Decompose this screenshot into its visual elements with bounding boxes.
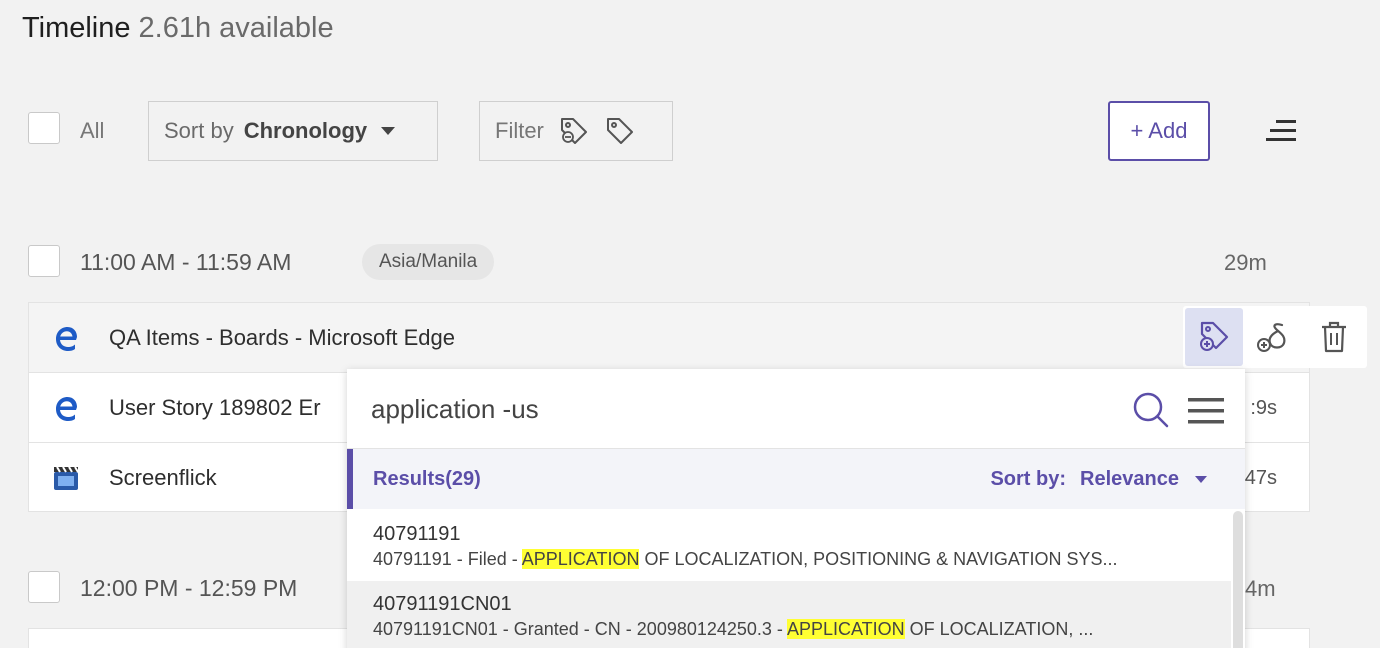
add-tag-button[interactable] <box>1185 308 1243 366</box>
add-button[interactable]: + Add <box>1108 101 1210 161</box>
result-title: 40791191CN01 <box>373 593 512 615</box>
timeline-title: Timeline <box>22 12 131 44</box>
search-icon[interactable] <box>1132 391 1170 429</box>
select-all-checkbox[interactable] <box>28 112 60 144</box>
sort-prefix: Sort by <box>164 118 234 143</box>
tag-search-input[interactable] <box>371 389 1111 429</box>
edge-icon <box>56 397 77 421</box>
filter-control[interactable]: Filter <box>479 101 673 161</box>
add-delta-icon <box>1257 323 1286 352</box>
result-highlight: APPLICATION <box>786 619 905 639</box>
group-time-range: 11:00 AM - 11:59 AM <box>80 249 292 275</box>
group-checkbox[interactable] <box>28 571 60 603</box>
list-menu-icon[interactable] <box>1187 396 1225 426</box>
entry-duration: :9s <box>1250 397 1277 419</box>
entry-name: Screenflick <box>109 465 217 490</box>
tag-icon[interactable] <box>604 115 636 147</box>
results-header: Results(29) Sort by: Relevance <box>347 449 1245 509</box>
entry-name: QA Items - Boards - Microsoft Edge <box>109 325 456 350</box>
group-time-range: 12:00 PM - 12:59 PM <box>80 575 298 601</box>
list-item[interactable]: QA Items - Boards - Microsoft Edge <box>29 303 1309 373</box>
result-title: 40791191 <box>373 523 461 545</box>
result-description: 40791191 - Filed - APPLICATION OF LOCALI… <box>373 549 1118 569</box>
page-title: Timeline 2.61h available <box>22 12 334 45</box>
result-description: 40791191CN01 - Granted - CN - 2009801242… <box>373 619 1094 639</box>
search-row <box>347 369 1245 449</box>
group-duration: 29m <box>1224 250 1267 275</box>
result-item[interactable]: 40791191CN01 40791191CN01 - Granted - CN… <box>347 581 1231 648</box>
results-sort-label: Sort by: <box>990 468 1067 490</box>
delete-button[interactable] <box>1305 308 1363 366</box>
chevron-down-icon <box>381 127 396 135</box>
group-checkbox[interactable] <box>28 245 60 277</box>
entry-name: User Story 189802 Er <box>109 395 321 420</box>
group-duration: 4m <box>1245 576 1276 601</box>
edge-icon <box>56 327 77 351</box>
tag-filter-icon[interactable] <box>558 115 590 147</box>
chevron-down-icon <box>1195 476 1207 483</box>
trash-icon <box>1322 321 1346 353</box>
row-actions <box>1183 306 1367 368</box>
results-sort-value: Relevance <box>1080 468 1179 490</box>
sort-select[interactable]: Sort by Chronology <box>148 101 438 161</box>
collapse-lines-icon[interactable] <box>1264 118 1298 144</box>
add-delta-button[interactable] <box>1245 308 1303 366</box>
result-item[interactable]: 40791191 40791191 - Filed - APPLICATION … <box>347 511 1231 581</box>
timezone-badge: Asia/Manila <box>362 244 495 280</box>
tag-search-popup: Results(29) Sort by: Relevance 40791191 … <box>347 369 1245 648</box>
available-hours: 2.61h available <box>138 12 334 44</box>
result-highlight: APPLICATION <box>521 549 640 569</box>
screenflick-icon <box>54 466 79 490</box>
filter-label: Filter <box>495 118 544 143</box>
select-all-label: All <box>80 118 105 143</box>
results-sort[interactable]: Sort by: Relevance <box>990 468 1207 491</box>
add-tag-icon <box>1200 321 1229 351</box>
sort-value: Chronology <box>243 118 368 143</box>
results-scrollbar[interactable] <box>1233 511 1243 648</box>
entry-duration: 47s <box>1244 467 1277 489</box>
results-count: Results(29) <box>373 468 481 490</box>
